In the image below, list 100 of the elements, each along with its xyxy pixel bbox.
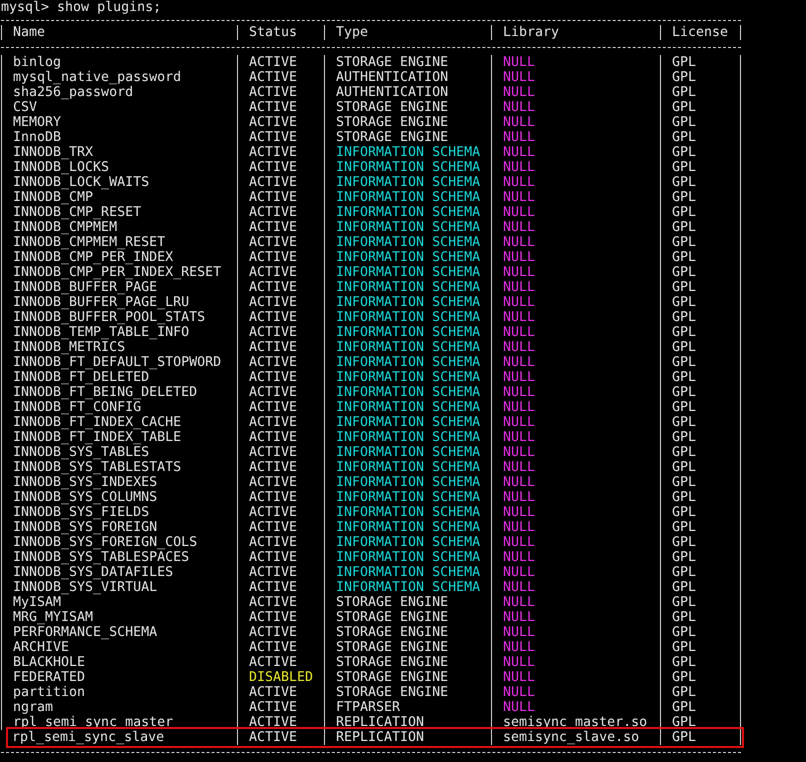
table-cell: INNODB_TRX — [13, 145, 94, 160]
table-cell: NULL — [503, 100, 536, 115]
table-cell: NULL — [503, 550, 536, 565]
table-cell: INNODB_SYS_VIRTUAL — [13, 580, 158, 595]
table-cell: PERFORMANCE_SCHEMA — [13, 625, 158, 640]
table-cell: NULL — [503, 280, 536, 295]
table-cell: NULL — [503, 160, 536, 175]
table-cell: mysql_native_password — [13, 70, 182, 85]
table-cell: binlog — [13, 55, 62, 70]
table-cell: NULL — [503, 130, 536, 145]
table-cell: GPL — [672, 670, 696, 685]
table-cell: INNODB_CMP_PER_INDEX_RESET — [13, 265, 222, 280]
table-cell: ngram — [13, 700, 54, 715]
table-cell: GPL — [672, 655, 696, 670]
table-cell: NULL — [503, 385, 536, 400]
table-cell: semisync_slave.so — [503, 730, 640, 745]
table-cell: INFORMATION SCHEMA — [336, 340, 480, 355]
column-header: Status — [249, 25, 298, 40]
table-cell: NULL — [503, 640, 536, 655]
table-cell: INNODB_FT_DELETED — [13, 370, 150, 385]
table-cell: INNODB_SYS_FOREIGN_COLS — [13, 535, 198, 550]
table-cell: ACTIVE — [249, 190, 298, 205]
table-cell: NULL — [503, 340, 536, 355]
table-cell: ACTIVE — [249, 160, 298, 175]
table-cell: GPL — [672, 595, 696, 610]
table-cell: INFORMATION SCHEMA — [336, 160, 480, 175]
table-cell: GPL — [672, 145, 696, 160]
table-cell: DISABLED — [249, 670, 314, 685]
table-cell: INNODB_LOCKS — [13, 160, 110, 175]
table-cell: MRG_MYISAM — [13, 610, 94, 625]
table-cell: ACTIVE — [249, 115, 298, 130]
table-cell: INNODB_BUFFER_PAGE_LRU — [13, 295, 190, 310]
table-cell: NULL — [503, 430, 536, 445]
table-cell: GPL — [672, 565, 696, 580]
table-cell: rpl_semi_sync_slave — [12, 730, 164, 745]
table-cell: GPL — [672, 295, 696, 310]
table-cell: INFORMATION SCHEMA — [336, 430, 480, 445]
table-cell: INNODB_SYS_TABLESTATS — [13, 460, 182, 475]
table-cell: STORAGE ENGINE — [336, 115, 448, 130]
table-cell: NULL — [503, 205, 536, 220]
table-cell: GPL — [672, 430, 696, 445]
table-cell: NULL — [503, 475, 536, 490]
table-cell: STORAGE ENGINE — [336, 670, 448, 685]
table-cell: ACTIVE — [249, 70, 298, 85]
table-cell: INFORMATION SCHEMA — [336, 145, 480, 160]
table-cell: GPL — [672, 70, 696, 85]
table-cell: INFORMATION SCHEMA — [336, 250, 480, 265]
table-cell: ACTIVE — [249, 700, 298, 715]
table-cell: GPL — [672, 700, 696, 715]
table-cell: NULL — [503, 85, 536, 100]
table-cell: INNODB_FT_INDEX_TABLE — [13, 430, 182, 445]
table-cell: INFORMATION SCHEMA — [336, 370, 480, 385]
table-cell: GPL — [672, 400, 696, 415]
table-cell: NULL — [503, 355, 536, 370]
column-header: License — [672, 25, 728, 40]
table-cell: NULL — [503, 220, 536, 235]
table-cell: ACTIVE — [249, 715, 298, 730]
table-cell: rpl semi sync master — [13, 715, 174, 730]
table-cell: GPL — [672, 535, 696, 550]
table-cell: NULL — [503, 595, 536, 610]
table-cell: GPL — [672, 415, 696, 430]
table-cell: NULL — [503, 460, 536, 475]
table-cell: GPL — [672, 175, 696, 190]
table-cell: STORAGE ENGINE — [336, 685, 448, 700]
table-cell: INNODB_SYS_COLUMNS — [13, 490, 158, 505]
table-cell: REPLICATION — [336, 730, 424, 745]
table-cell: GPL — [672, 460, 696, 475]
table-cell: STORAGE ENGINE — [336, 100, 448, 115]
table-cell: ACTIVE — [249, 280, 298, 295]
table-cell: ACTIVE — [249, 430, 298, 445]
table-cell: NULL — [503, 295, 536, 310]
table-cell: ACTIVE — [249, 625, 298, 640]
table-cell: NULL — [503, 235, 536, 250]
table-cell: INFORMATION SCHEMA — [336, 175, 480, 190]
table-cell: ACTIVE — [249, 730, 298, 745]
table-cell: ACTIVE — [249, 130, 298, 145]
table-cell: ACTIVE — [249, 400, 298, 415]
table-cell: INFORMATION SCHEMA — [336, 295, 480, 310]
table-cell: INNODB_SYS_TABLESPACES — [13, 550, 190, 565]
table-cell: INFORMATION SCHEMA — [336, 445, 480, 460]
table-cell: NULL — [503, 625, 536, 640]
table-cell: ACTIVE — [249, 565, 298, 580]
table-cell: INNODB_CMP — [13, 190, 94, 205]
table-cell: REPLICATION — [336, 715, 424, 730]
table-cell: NULL — [503, 55, 536, 70]
table-cell: INNODB_TEMP_TABLE_INFO — [13, 325, 190, 340]
table-cell: INFORMATION SCHEMA — [336, 205, 480, 220]
table-cell: INFORMATION SCHEMA — [336, 565, 480, 580]
table-cell: ACTIVE — [249, 595, 298, 610]
table-cell: NULL — [503, 265, 536, 280]
table-cell: ACTIVE — [249, 85, 298, 100]
table-cell: ACTIVE — [249, 640, 298, 655]
table-cell: INFORMATION SCHEMA — [336, 460, 480, 475]
table-cell: GPL — [672, 55, 696, 70]
table-cell: INNODB_BUFFER_POOL_STATS — [13, 310, 206, 325]
table-cell: ACTIVE — [249, 535, 298, 550]
table-cell: GPL — [672, 250, 696, 265]
table-cell: NULL — [503, 565, 536, 580]
table-cell: NULL — [503, 370, 536, 385]
table-cell: INFORMATION SCHEMA — [336, 475, 480, 490]
